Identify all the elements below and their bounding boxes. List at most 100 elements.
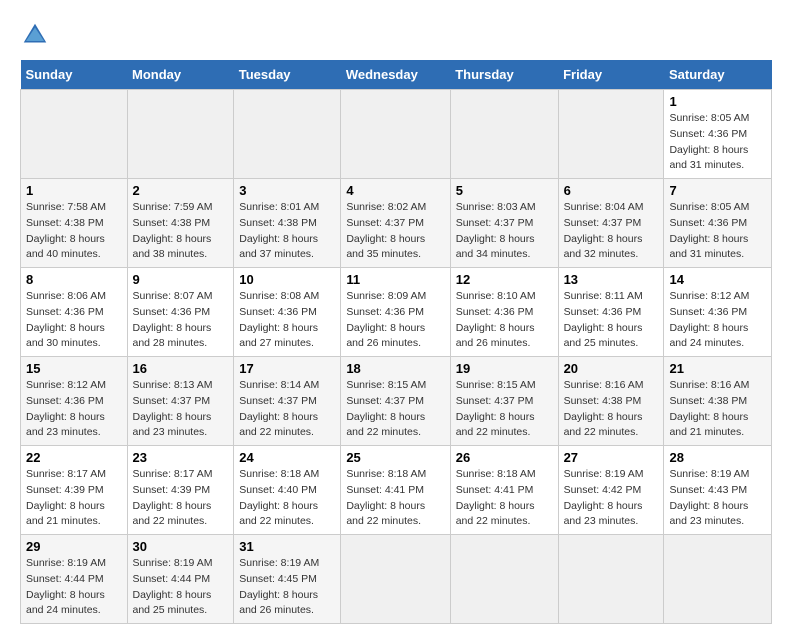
- day-cell: [664, 535, 772, 624]
- day-cell: 22 Sunrise: 8:17 AMSunset: 4:39 PMDaylig…: [21, 446, 128, 535]
- day-info: Sunrise: 8:10 AMSunset: 4:36 PMDaylight:…: [456, 290, 536, 349]
- day-cell: 25 Sunrise: 8:18 AMSunset: 4:41 PMDaylig…: [341, 446, 450, 535]
- day-header-saturday: Saturday: [664, 60, 772, 90]
- week-row-3: 8 Sunrise: 8:06 AMSunset: 4:36 PMDayligh…: [21, 268, 772, 357]
- day-cell: 28 Sunrise: 8:19 AMSunset: 4:43 PMDaylig…: [664, 446, 772, 535]
- day-info: Sunrise: 8:07 AMSunset: 4:36 PMDaylight:…: [133, 290, 213, 349]
- day-info: Sunrise: 8:05 AMSunset: 4:36 PMDaylight:…: [669, 112, 749, 171]
- day-number: 23: [133, 450, 229, 465]
- day-cell: [450, 535, 558, 624]
- day-cell: 26 Sunrise: 8:18 AMSunset: 4:41 PMDaylig…: [450, 446, 558, 535]
- day-number: 1: [26, 183, 122, 198]
- day-info: Sunrise: 8:12 AMSunset: 4:36 PMDaylight:…: [669, 290, 749, 349]
- day-number: 2: [133, 183, 229, 198]
- day-info: Sunrise: 8:15 AMSunset: 4:37 PMDaylight:…: [456, 379, 536, 438]
- day-cell: 6 Sunrise: 8:04 AMSunset: 4:37 PMDayligh…: [558, 179, 664, 268]
- day-number: 19: [456, 361, 553, 376]
- day-cell: 17 Sunrise: 8:14 AMSunset: 4:37 PMDaylig…: [234, 357, 341, 446]
- day-number: 20: [564, 361, 659, 376]
- day-cell: [21, 90, 128, 179]
- day-cell: 9 Sunrise: 8:07 AMSunset: 4:36 PMDayligh…: [127, 268, 234, 357]
- day-number: 27: [564, 450, 659, 465]
- day-info: Sunrise: 8:04 AMSunset: 4:37 PMDaylight:…: [564, 201, 644, 260]
- day-info: Sunrise: 8:16 AMSunset: 4:38 PMDaylight:…: [564, 379, 644, 438]
- day-header-thursday: Thursday: [450, 60, 558, 90]
- day-info: Sunrise: 8:12 AMSunset: 4:36 PMDaylight:…: [26, 379, 106, 438]
- day-number: 18: [346, 361, 444, 376]
- day-info: Sunrise: 7:59 AMSunset: 4:38 PMDaylight:…: [133, 201, 213, 260]
- week-row-4: 15 Sunrise: 8:12 AMSunset: 4:36 PMDaylig…: [21, 357, 772, 446]
- day-cell: 27 Sunrise: 8:19 AMSunset: 4:42 PMDaylig…: [558, 446, 664, 535]
- day-cell: 7 Sunrise: 8:05 AMSunset: 4:36 PMDayligh…: [664, 179, 772, 268]
- calendar-table: SundayMondayTuesdayWednesdayThursdayFrid…: [20, 60, 772, 624]
- day-cell: 30 Sunrise: 8:19 AMSunset: 4:44 PMDaylig…: [127, 535, 234, 624]
- day-cell: 3 Sunrise: 8:01 AMSunset: 4:38 PMDayligh…: [234, 179, 341, 268]
- day-number: 26: [456, 450, 553, 465]
- day-number: 31: [239, 539, 335, 554]
- week-row-6: 29 Sunrise: 8:19 AMSunset: 4:44 PMDaylig…: [21, 535, 772, 624]
- day-number: 22: [26, 450, 122, 465]
- day-cell: 4 Sunrise: 8:02 AMSunset: 4:37 PMDayligh…: [341, 179, 450, 268]
- header-row: SundayMondayTuesdayWednesdayThursdayFrid…: [21, 60, 772, 90]
- day-number: 7: [669, 183, 766, 198]
- day-info: Sunrise: 8:16 AMSunset: 4:38 PMDaylight:…: [669, 379, 749, 438]
- day-number: 28: [669, 450, 766, 465]
- day-cell: 16 Sunrise: 8:13 AMSunset: 4:37 PMDaylig…: [127, 357, 234, 446]
- day-number: 14: [669, 272, 766, 287]
- day-number: 9: [133, 272, 229, 287]
- day-number: 10: [239, 272, 335, 287]
- day-cell: 1 Sunrise: 7:58 AMSunset: 4:38 PMDayligh…: [21, 179, 128, 268]
- day-number: 17: [239, 361, 335, 376]
- day-cell: [341, 535, 450, 624]
- day-cell: 31 Sunrise: 8:19 AMSunset: 4:45 PMDaylig…: [234, 535, 341, 624]
- day-info: Sunrise: 8:18 AMSunset: 4:41 PMDaylight:…: [346, 468, 426, 527]
- logo: [20, 20, 54, 50]
- day-number: 3: [239, 183, 335, 198]
- day-info: Sunrise: 8:03 AMSunset: 4:37 PMDaylight:…: [456, 201, 536, 260]
- day-info: Sunrise: 8:06 AMSunset: 4:36 PMDaylight:…: [26, 290, 106, 349]
- day-cell: 11 Sunrise: 8:09 AMSunset: 4:36 PMDaylig…: [341, 268, 450, 357]
- day-info: Sunrise: 8:09 AMSunset: 4:36 PMDaylight:…: [346, 290, 426, 349]
- day-cell: 15 Sunrise: 8:12 AMSunset: 4:36 PMDaylig…: [21, 357, 128, 446]
- day-number: 5: [456, 183, 553, 198]
- day-info: Sunrise: 8:01 AMSunset: 4:38 PMDaylight:…: [239, 201, 319, 260]
- day-info: Sunrise: 7:58 AMSunset: 4:38 PMDaylight:…: [26, 201, 106, 260]
- day-number: 4: [346, 183, 444, 198]
- day-cell: 14 Sunrise: 8:12 AMSunset: 4:36 PMDaylig…: [664, 268, 772, 357]
- day-cell: [127, 90, 234, 179]
- day-cell: 19 Sunrise: 8:15 AMSunset: 4:37 PMDaylig…: [450, 357, 558, 446]
- day-info: Sunrise: 8:13 AMSunset: 4:37 PMDaylight:…: [133, 379, 213, 438]
- day-info: Sunrise: 8:05 AMSunset: 4:36 PMDaylight:…: [669, 201, 749, 260]
- day-info: Sunrise: 8:18 AMSunset: 4:41 PMDaylight:…: [456, 468, 536, 527]
- day-header-friday: Friday: [558, 60, 664, 90]
- day-info: Sunrise: 8:19 AMSunset: 4:44 PMDaylight:…: [26, 557, 106, 616]
- day-cell: 10 Sunrise: 8:08 AMSunset: 4:36 PMDaylig…: [234, 268, 341, 357]
- day-cell: 5 Sunrise: 8:03 AMSunset: 4:37 PMDayligh…: [450, 179, 558, 268]
- day-cell: [341, 90, 450, 179]
- day-cell: 2 Sunrise: 7:59 AMSunset: 4:38 PMDayligh…: [127, 179, 234, 268]
- day-number: 6: [564, 183, 659, 198]
- day-number: 12: [456, 272, 553, 287]
- day-info: Sunrise: 8:17 AMSunset: 4:39 PMDaylight:…: [26, 468, 106, 527]
- day-number: 25: [346, 450, 444, 465]
- day-cell: 18 Sunrise: 8:15 AMSunset: 4:37 PMDaylig…: [341, 357, 450, 446]
- week-row-5: 22 Sunrise: 8:17 AMSunset: 4:39 PMDaylig…: [21, 446, 772, 535]
- day-cell: [234, 90, 341, 179]
- day-cell: 24 Sunrise: 8:18 AMSunset: 4:40 PMDaylig…: [234, 446, 341, 535]
- day-cell: 13 Sunrise: 8:11 AMSunset: 4:36 PMDaylig…: [558, 268, 664, 357]
- day-info: Sunrise: 8:18 AMSunset: 4:40 PMDaylight:…: [239, 468, 319, 527]
- day-number: 21: [669, 361, 766, 376]
- day-info: Sunrise: 8:11 AMSunset: 4:36 PMDaylight:…: [564, 290, 643, 349]
- day-number: 13: [564, 272, 659, 287]
- day-header-tuesday: Tuesday: [234, 60, 341, 90]
- day-number: 30: [133, 539, 229, 554]
- week-row-2: 1 Sunrise: 7:58 AMSunset: 4:38 PMDayligh…: [21, 179, 772, 268]
- day-number: 29: [26, 539, 122, 554]
- day-info: Sunrise: 8:15 AMSunset: 4:37 PMDaylight:…: [346, 379, 426, 438]
- day-header-wednesday: Wednesday: [341, 60, 450, 90]
- day-cell: 12 Sunrise: 8:10 AMSunset: 4:36 PMDaylig…: [450, 268, 558, 357]
- day-info: Sunrise: 8:08 AMSunset: 4:36 PMDaylight:…: [239, 290, 319, 349]
- day-number: 8: [26, 272, 122, 287]
- day-info: Sunrise: 8:02 AMSunset: 4:37 PMDaylight:…: [346, 201, 426, 260]
- day-number: 11: [346, 272, 444, 287]
